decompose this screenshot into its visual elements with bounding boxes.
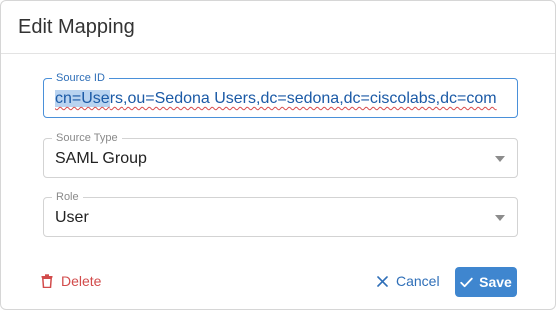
cancel-label: Cancel — [396, 273, 440, 289]
source-type-value: SAML Group — [55, 150, 147, 167]
source-id-input[interactable]: cn=Users,ou=Sedona Users,dc=sedona,dc=ci… — [55, 89, 497, 109]
title-divider — [1, 53, 555, 54]
role-label: Role — [52, 190, 83, 204]
cancel-button[interactable]: Cancel — [377, 273, 440, 289]
dialog-title: Edit Mapping — [18, 16, 135, 38]
chevron-down-icon[interactable] — [495, 215, 505, 221]
save-button[interactable]: Save — [455, 267, 517, 297]
source-id-label: Source ID — [52, 71, 109, 85]
source-id-selected-text: cn=Use — [55, 90, 110, 107]
chevron-down-icon[interactable] — [495, 156, 505, 162]
trash-icon — [41, 274, 53, 288]
source-id-squiggled-text: rs — [109, 90, 124, 107]
source-id-field[interactable]: Source ID cn=Users,ou=Sedona Users,dc=se… — [43, 71, 518, 118]
edit-mapping-dialog: Edit Mapping Source ID cn=Users,ou=Sedon… — [0, 0, 556, 310]
close-icon — [377, 275, 388, 287]
source-type-select[interactable]: Source Type SAML Group — [43, 131, 518, 178]
save-label: Save — [479, 274, 512, 290]
delete-label: Delete — [61, 273, 102, 289]
source-type-label: Source Type — [52, 131, 122, 145]
source-id-rest-text: ,ou=Sedona Users,dc=sedona,dc=ciscolabs,… — [123, 90, 497, 107]
role-value: User — [55, 209, 89, 226]
role-select[interactable]: Role User — [43, 190, 518, 237]
check-icon — [460, 277, 473, 287]
delete-button[interactable]: Delete — [41, 273, 101, 289]
